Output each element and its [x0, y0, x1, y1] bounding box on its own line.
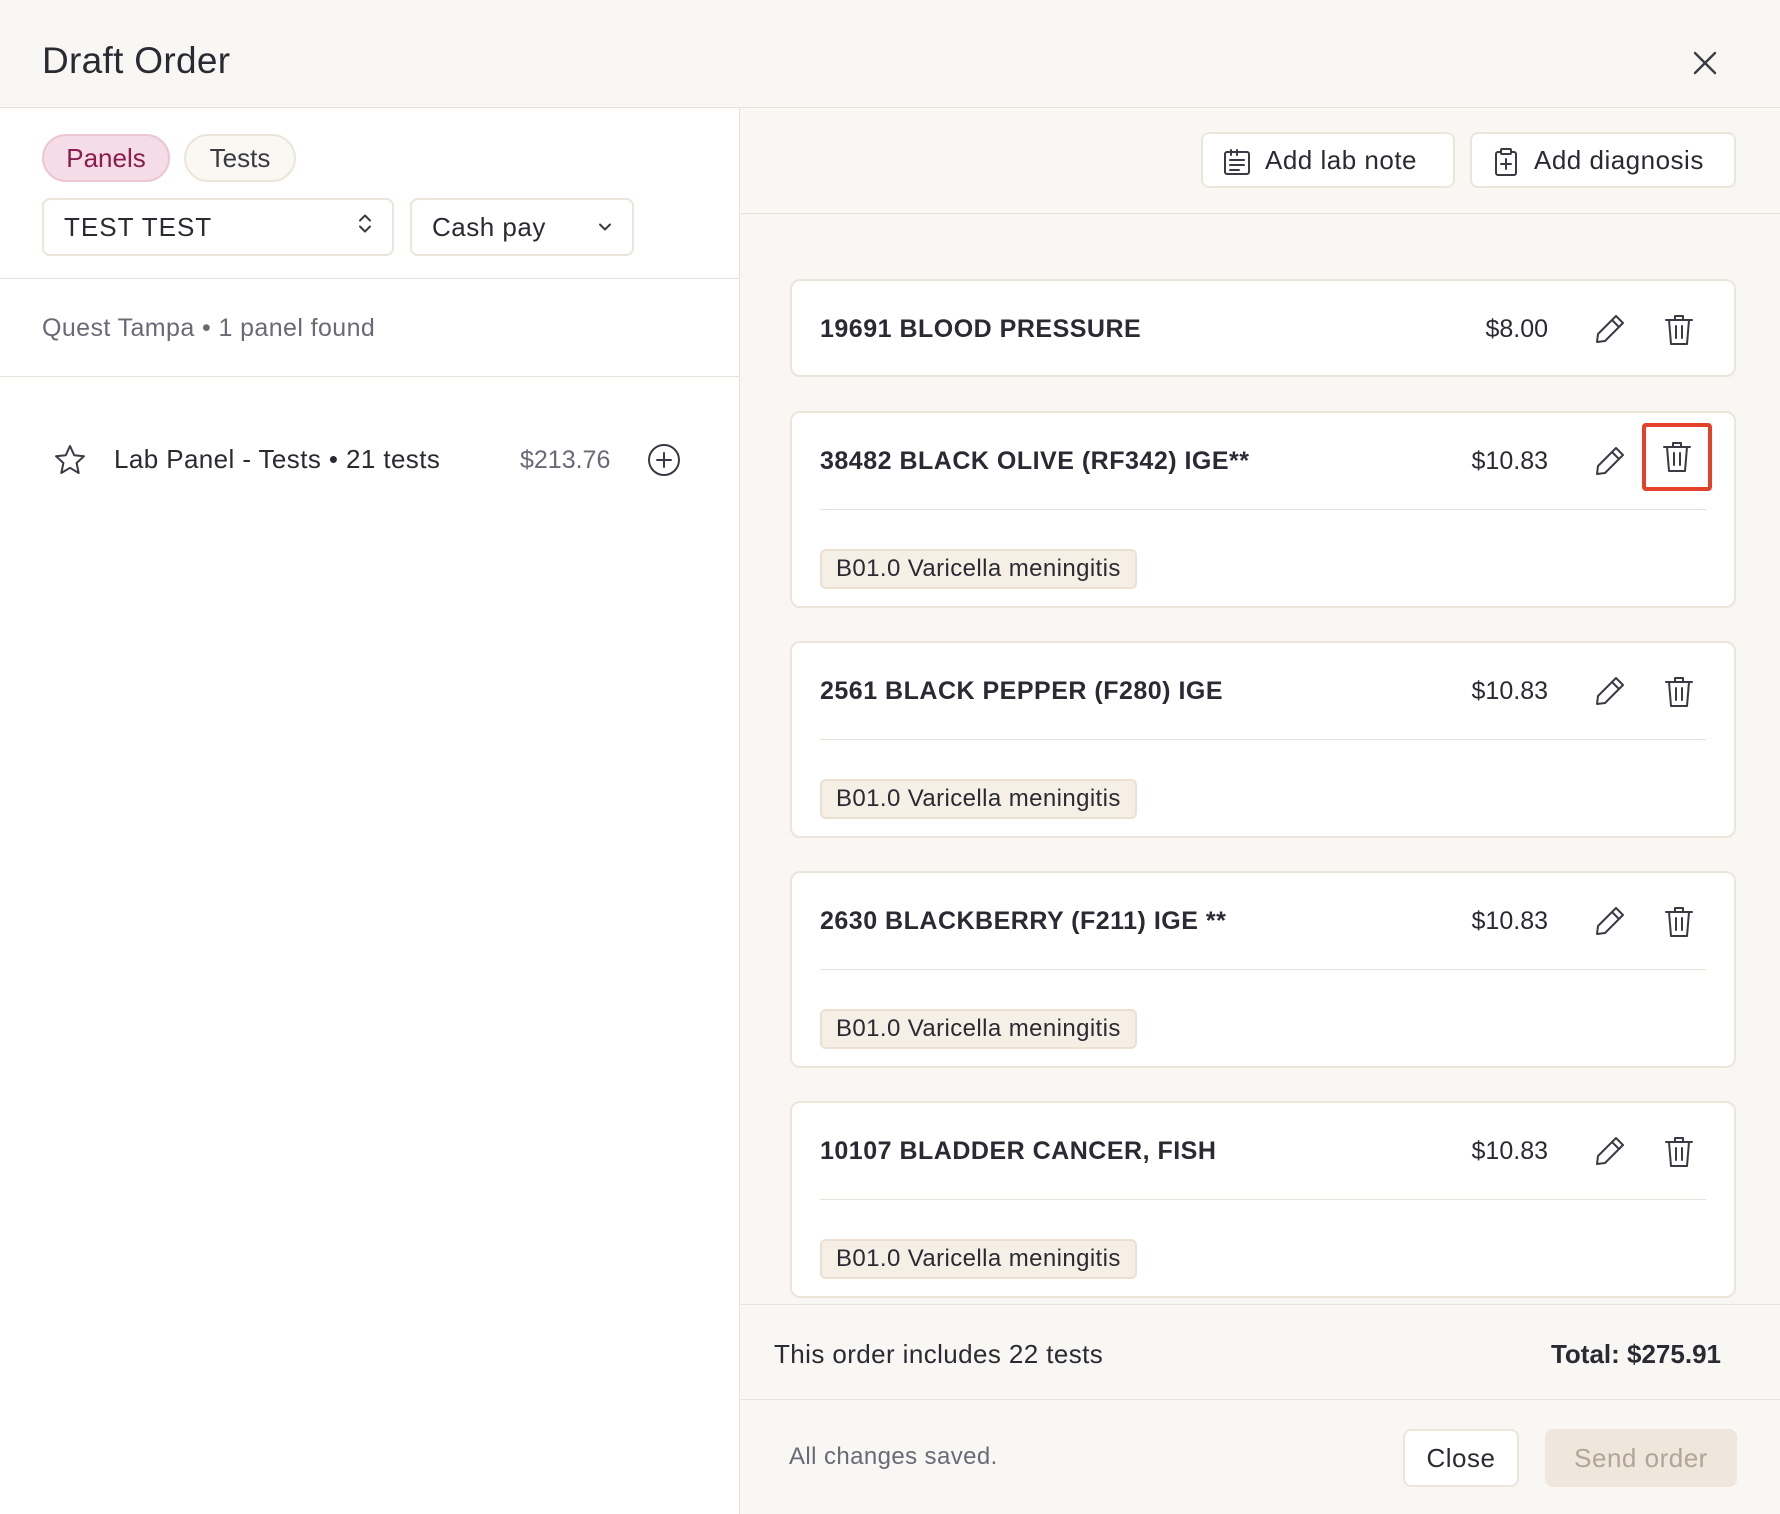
order-item-price: $10.83	[1471, 677, 1548, 705]
order-item-price: $10.83	[1471, 907, 1548, 935]
pencil-icon[interactable]	[1592, 443, 1628, 484]
divider	[0, 376, 740, 377]
diagnosis-badge: B01.0 Varicella meningitis	[820, 549, 1137, 589]
payment-select-value: Cash pay	[432, 211, 546, 242]
close-icon[interactable]	[1686, 44, 1724, 82]
modal-footer: All changes saved. Close Send order	[741, 1401, 1780, 1514]
order-item-name: 2630 BLACKBERRY (F211) IGE **	[820, 907, 1227, 935]
pencil-icon[interactable]	[1592, 673, 1628, 714]
order-toolbar: Add lab note Add diagnosis	[741, 108, 1780, 214]
results-summary: Quest Tampa • 1 panel found	[42, 314, 376, 342]
modal-header: Draft Order	[0, 0, 1780, 108]
tab-panels[interactable]: Panels	[42, 134, 170, 182]
order-summary: This order includes 22 tests Total: $275…	[741, 1304, 1780, 1400]
trash-icon[interactable]	[1656, 1133, 1702, 1171]
tab-tests[interactable]: Tests	[184, 134, 296, 182]
order-item-name: 38482 BLACK OLIVE (RF342) IGE**	[820, 447, 1250, 475]
save-status: All changes saved.	[789, 1443, 998, 1470]
panel-name: Lab Panel - Tests • 21 tests	[114, 444, 441, 474]
order-item-name: 19691 BLOOD PRESSURE	[820, 315, 1142, 343]
diagnosis-badge: B01.0 Varicella meningitis	[820, 1009, 1137, 1049]
order-item-card: 2630 BLACKBERRY (F211) IGE ** $10.83 B01…	[790, 871, 1736, 1068]
order-item-card: 10107 BLADDER CANCER, FISH $10.83 B01.0 …	[790, 1101, 1736, 1298]
divider	[0, 278, 740, 279]
add-lab-note-label: Add lab note	[1265, 144, 1418, 175]
trash-icon[interactable]	[1656, 673, 1702, 711]
trash-icon[interactable]	[1656, 311, 1702, 349]
order-item-price: $10.83	[1471, 447, 1548, 475]
patient-select-value: TEST TEST	[64, 211, 213, 242]
close-button[interactable]: Close	[1403, 1429, 1519, 1487]
order-item-card: 19691 BLOOD PRESSURE $8.00	[790, 279, 1736, 377]
panel-list-item[interactable]: Lab Panel - Tests • 21 tests $213.76	[0, 428, 740, 492]
patient-select[interactable]: TEST TEST	[42, 198, 394, 256]
page-title: Draft Order	[42, 40, 231, 81]
panel-price: $213.76	[520, 446, 611, 474]
order-pane: Add lab note Add diagnosis 19691 BLOOD P…	[741, 108, 1780, 1514]
order-item-name: 2561 BLACK PEPPER (F280) IGE	[820, 677, 1224, 705]
divider	[820, 969, 1706, 970]
send-order-button[interactable]: Send order	[1545, 1429, 1737, 1487]
order-item-price: $8.00	[1485, 315, 1548, 343]
trash-icon[interactable]	[1656, 903, 1702, 941]
diagnosis-badge: B01.0 Varicella meningitis	[820, 779, 1137, 819]
order-item-price: $10.83	[1471, 1137, 1548, 1165]
star-icon[interactable]	[52, 442, 88, 483]
test-count: This order includes 22 tests	[774, 1339, 1104, 1369]
clipboard-plus-icon	[1490, 146, 1522, 185]
pencil-icon[interactable]	[1592, 311, 1628, 352]
chevron-down-icon	[596, 212, 614, 243]
clipboard-note-icon	[1221, 146, 1253, 185]
order-total: Total: $275.91	[1550, 1339, 1721, 1369]
trash-icon[interactable]	[1642, 423, 1712, 491]
divider	[820, 739, 1706, 740]
add-lab-note-button[interactable]: Add lab note	[1201, 132, 1455, 188]
add-diagnosis-label: Add diagnosis	[1534, 144, 1704, 175]
divider	[820, 1199, 1706, 1200]
divider	[820, 509, 1706, 510]
payment-select[interactable]: Cash pay	[410, 198, 634, 256]
add-diagnosis-button[interactable]: Add diagnosis	[1470, 132, 1736, 188]
diagnosis-badge: B01.0 Varicella meningitis	[820, 1239, 1137, 1279]
order-item-card: 38482 BLACK OLIVE (RF342) IGE** $10.83 B…	[790, 411, 1736, 608]
catalog-pane: Panels Tests TEST TEST Cash pay Quest Ta…	[0, 108, 740, 1514]
order-item-name: 10107 BLADDER CANCER, FISH	[820, 1137, 1217, 1165]
order-item-card: 2561 BLACK PEPPER (F280) IGE $10.83 B01.…	[790, 641, 1736, 838]
plus-circle-icon[interactable]	[646, 442, 682, 483]
pencil-icon[interactable]	[1592, 903, 1628, 944]
chevron-updown-icon	[356, 211, 374, 244]
pencil-icon[interactable]	[1592, 1133, 1628, 1174]
